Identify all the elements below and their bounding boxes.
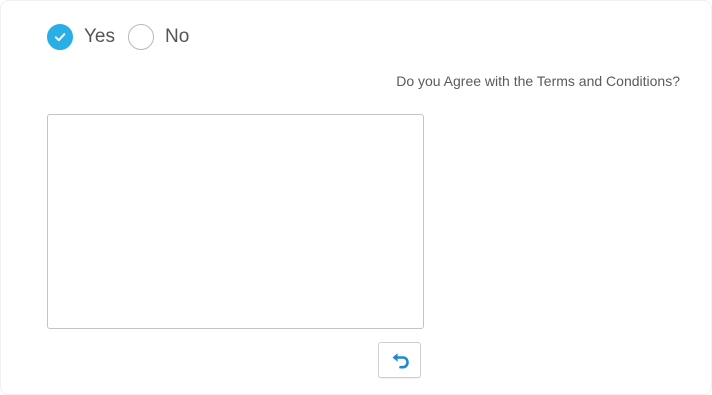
undo-icon: [392, 353, 409, 369]
radio-label-no: No: [165, 26, 190, 47]
checkmark-icon: [54, 33, 66, 42]
signature-pad[interactable]: [47, 114, 424, 329]
radio-option-no[interactable]: No: [128, 24, 189, 50]
form-card: Yes No Do you Agree with the Terms and C…: [0, 0, 712, 395]
radio-no-unchecked[interactable]: [128, 24, 154, 50]
undo-button[interactable]: [378, 342, 421, 378]
radio-label-yes: Yes: [84, 26, 115, 47]
terms-question: Do you Agree with the Terms and Conditio…: [396, 73, 680, 89]
agreement-radio-group: Yes No: [47, 23, 189, 51]
radio-yes-checked[interactable]: [47, 24, 73, 50]
radio-option-yes[interactable]: Yes: [47, 24, 115, 50]
